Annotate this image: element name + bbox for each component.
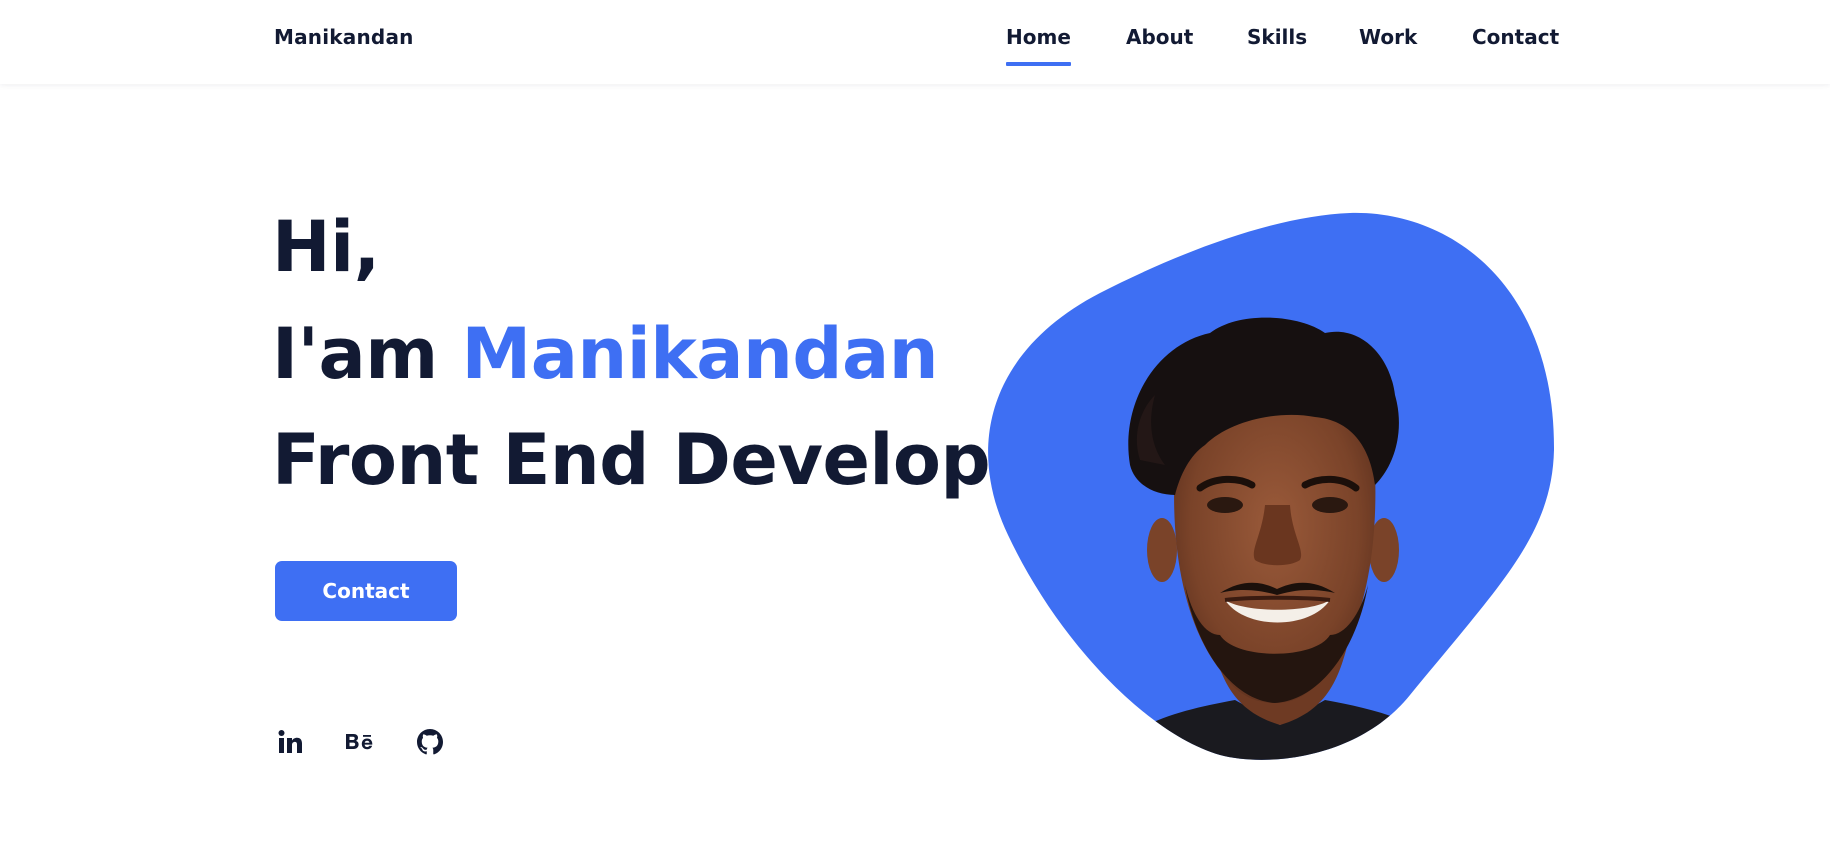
- behance-icon-glyph: [346, 734, 373, 750]
- hero-intro: I'am Manikandan: [272, 319, 939, 389]
- hero-role: Front End Developer: [272, 419, 1072, 501]
- github-icon-glyph: [417, 729, 443, 755]
- linkedin-icon[interactable]: [275, 727, 305, 757]
- behance-icon[interactable]: [344, 727, 376, 757]
- nav-about[interactable]: About: [1126, 25, 1193, 49]
- hero-intro-prefix: I'am: [272, 313, 438, 395]
- main-nav: Home About Skills Work Contact: [0, 0, 1830, 84]
- linkedin-icon-glyph: [278, 730, 302, 753]
- contact-button[interactable]: Contact: [275, 561, 457, 621]
- site-header: Manikandan Home About Skills Work Contac…: [0, 0, 1830, 84]
- github-icon[interactable]: [415, 727, 445, 757]
- hero-name: Manikandan: [461, 313, 939, 395]
- nav-home[interactable]: Home: [1006, 25, 1071, 66]
- hero-greeting: Hi,: [272, 206, 380, 288]
- portrait-photo: [988, 212, 1555, 760]
- nav-contact[interactable]: Contact: [1472, 25, 1559, 49]
- nav-skills[interactable]: Skills: [1247, 25, 1307, 49]
- hero-image: [980, 205, 1560, 765]
- nav-work[interactable]: Work: [1359, 25, 1417, 49]
